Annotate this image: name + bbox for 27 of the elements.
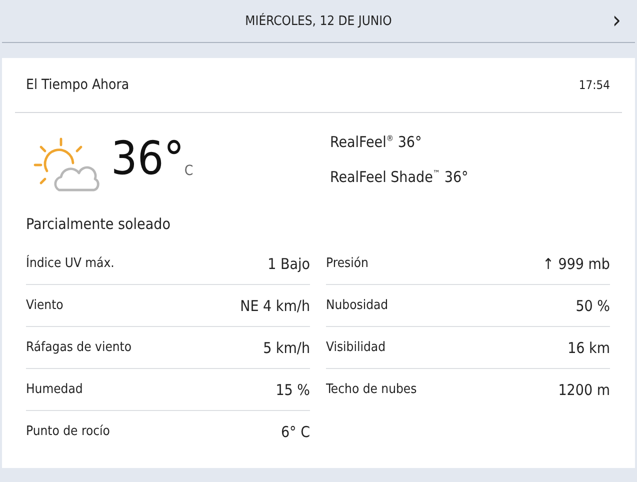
detail-value: 1200 m: [558, 380, 610, 398]
detail-value: 50 %: [576, 296, 610, 314]
detail-value: 15 %: [276, 380, 310, 398]
detail-value: 16 km: [568, 338, 610, 356]
detail-label: Punto de rocío: [26, 424, 110, 439]
detail-label: Ráfagas de viento: [26, 340, 132, 355]
detail-label: Techo de nubes: [326, 382, 417, 397]
detail-label: Presión: [326, 256, 368, 271]
temperature: 36°: [111, 131, 184, 185]
detail-label: Viento: [26, 298, 64, 313]
detail-label: Índice UV máx.: [26, 256, 114, 271]
detail-label: Visibilidad: [326, 340, 386, 355]
next-day-button[interactable]: ›: [608, 8, 625, 32]
realfeel-text: RealFeel Shade$^{™}$ 36°: [330, 168, 468, 186]
unit-label: C: [184, 163, 194, 179]
detail-value: NE 4 km/h: [240, 296, 310, 314]
detail-value: ↑ 999 mb: [542, 254, 610, 272]
date-heading: MIÉRCOLES, 12 DE JUNIO: [245, 14, 392, 28]
condition-text: Parcialmente soleado: [25, 214, 172, 235]
detail-value: 6° C: [280, 422, 310, 440]
detail-value: 5 km/h: [263, 338, 310, 356]
time-label: 17:54: [578, 78, 610, 92]
detail-value: 1 Bajo: [268, 254, 310, 272]
realfeel-text: RealFeel$^{®}$ 36°: [330, 133, 423, 151]
card-title: El Tiempo Ahora: [26, 77, 130, 93]
detail-label: Nubosidad: [326, 298, 388, 313]
detail-label: Humedad: [26, 382, 83, 397]
